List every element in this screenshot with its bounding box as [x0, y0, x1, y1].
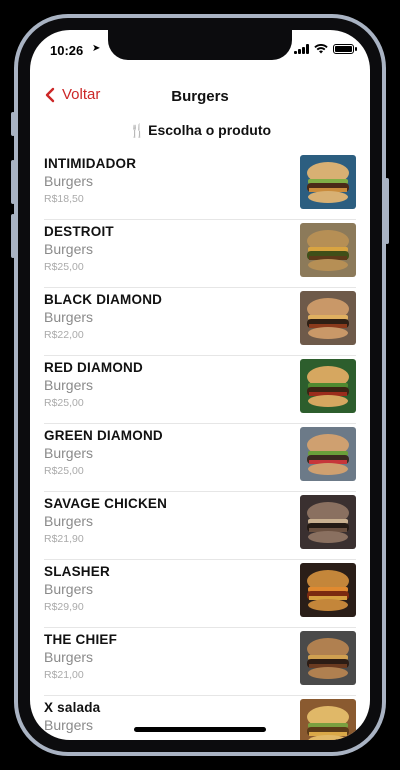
product-price: R$21,90	[44, 533, 84, 545]
fork-knife-icon: 🍴	[128, 123, 146, 138]
product-list-item[interactable]: BLACK DIAMOND Burgers R$22,00	[44, 288, 356, 356]
product-price: R$25,00	[44, 465, 84, 477]
notch	[108, 30, 292, 60]
product-name: RED DIAMOND	[44, 360, 143, 375]
product-category: Burgers	[44, 173, 94, 189]
product-price: R$29,90	[44, 601, 84, 613]
battery-icon	[333, 44, 357, 54]
status-time: 10:26	[50, 43, 84, 58]
home-indicator	[134, 727, 266, 732]
product-name: SAVAGE CHICKEN	[44, 496, 168, 511]
product-category: Burgers	[44, 377, 94, 393]
product-price: R$18,50	[44, 193, 84, 205]
product-thumbnail	[300, 427, 356, 481]
product-price: R$25,00	[44, 397, 84, 409]
product-list: INTIMIDADOR Burgers R$18,50 DESTROIT Bur…	[44, 152, 356, 740]
product-thumbnail	[300, 699, 356, 740]
product-category: Burgers	[44, 581, 94, 597]
section-heading-text: Escolha o produto	[148, 122, 272, 138]
burger-photo-icon	[300, 155, 356, 209]
section-heading: 🍴 Escolha o produto	[30, 122, 370, 139]
product-list-item[interactable]: SLASHER Burgers R$29,90	[44, 560, 356, 628]
product-category: Burgers	[44, 649, 94, 665]
product-category: Burgers	[44, 717, 94, 733]
burger-photo-icon	[300, 631, 356, 685]
navigation-bar: Voltar Burgers	[30, 82, 370, 112]
product-list-item[interactable]: INTIMIDADOR Burgers R$18,50	[44, 152, 356, 220]
burger-photo-icon	[300, 427, 356, 481]
burger-photo-icon	[300, 495, 356, 549]
page-title: Burgers	[171, 88, 229, 105]
location-arrow-icon: ➤	[92, 43, 101, 54]
product-category: Burgers	[44, 445, 94, 461]
product-list-item[interactable]: RED DIAMOND Burgers R$25,00	[44, 356, 356, 424]
product-thumbnail	[300, 223, 356, 277]
product-category: Burgers	[44, 241, 94, 257]
product-thumbnail	[300, 631, 356, 685]
burger-photo-icon	[300, 223, 356, 277]
burger-photo-icon	[300, 359, 356, 413]
product-thumbnail	[300, 291, 356, 345]
app-screen: 10:26 ➤ Voltar Burgers 🍴 Escolha o produ…	[30, 30, 370, 740]
product-name: X salada	[44, 700, 101, 715]
product-thumbnail	[300, 563, 356, 617]
cellular-signal-icon	[294, 44, 309, 54]
wifi-icon	[314, 44, 328, 54]
product-price: R$21,00	[44, 669, 84, 681]
product-name: GREEN DIAMOND	[44, 428, 163, 443]
product-category: Burgers	[44, 513, 94, 529]
phone-frame: 10:26 ➤ Voltar Burgers 🍴 Escolha o produ…	[14, 14, 386, 756]
status-indicators	[294, 44, 357, 54]
product-price: R$22,00	[44, 329, 84, 341]
product-name: SLASHER	[44, 564, 110, 579]
product-name: THE CHIEF	[44, 632, 118, 647]
product-list-item[interactable]: X salada Burgers	[44, 696, 356, 740]
product-list-item[interactable]: SAVAGE CHICKEN Burgers R$21,90	[44, 492, 356, 560]
product-list-item[interactable]: GREEN DIAMOND Burgers R$25,00	[44, 424, 356, 492]
product-name: BLACK DIAMOND	[44, 292, 163, 307]
product-thumbnail	[300, 495, 356, 549]
product-category: Burgers	[44, 309, 94, 325]
burger-photo-icon	[300, 699, 356, 740]
product-list-item[interactable]: DESTROIT Burgers R$25,00	[44, 220, 356, 288]
product-name: DESTROIT	[44, 224, 114, 239]
product-list-item[interactable]: THE CHIEF Burgers R$21,00	[44, 628, 356, 696]
product-thumbnail	[300, 155, 356, 209]
product-thumbnail	[300, 359, 356, 413]
phone-bezel: 10:26 ➤ Voltar Burgers 🍴 Escolha o produ…	[18, 18, 382, 752]
burger-photo-icon	[300, 563, 356, 617]
burger-photo-icon	[300, 291, 356, 345]
product-price: R$25,00	[44, 261, 84, 273]
product-name: INTIMIDADOR	[44, 156, 137, 171]
